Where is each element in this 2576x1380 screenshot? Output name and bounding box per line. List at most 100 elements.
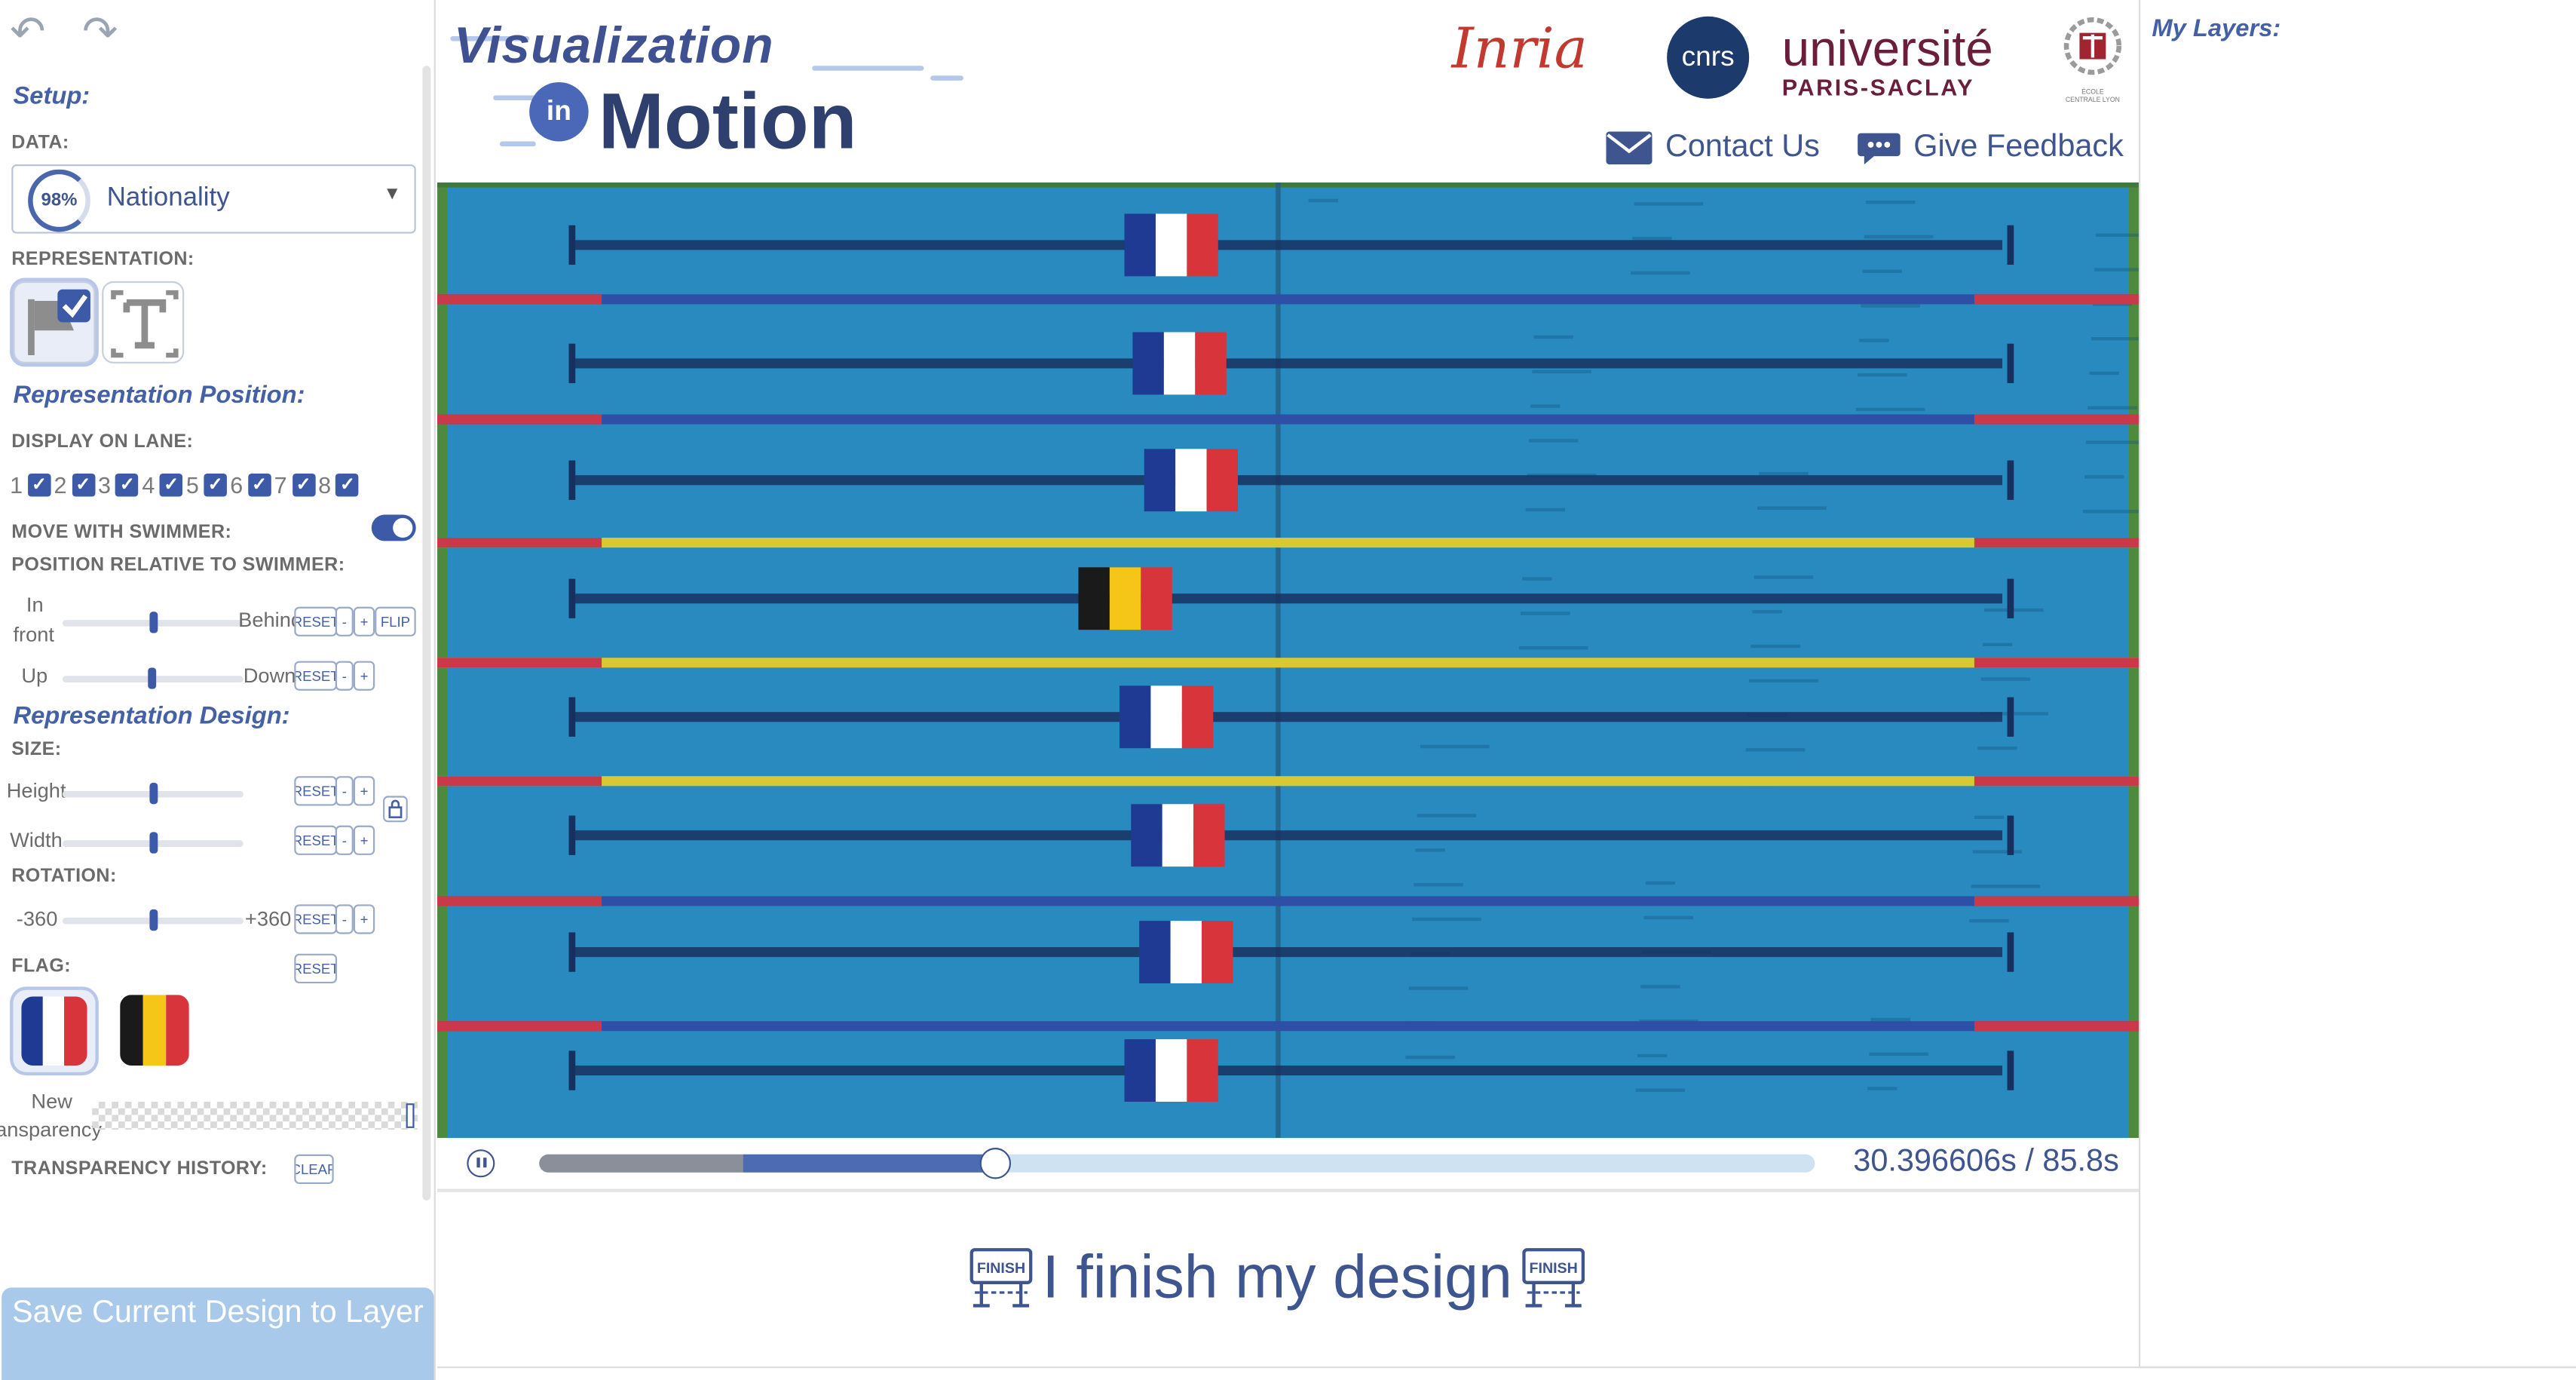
lane-item[interactable]: 6 ✓ [230,472,271,498]
move-with-swimmer-label: MOVE WITH SWIMMER: [11,523,232,543]
rotation-plus-button[interactable]: + [353,904,375,934]
lane-item[interactable]: 2 ✓ [54,472,95,498]
flag-option-france[interactable] [13,989,96,1072]
size-label: SIZE: [11,740,62,760]
save-design-button[interactable]: Save Current Design to Layer [2,1287,434,1380]
water-ripple [1420,744,1490,749]
water-ripple [1865,201,1916,204]
rotation-slider[interactable] [62,909,244,931]
progress-thumb[interactable] [979,1148,1012,1179]
height-reset-button[interactable]: RESET [294,776,338,806]
water-ripple [1754,575,1814,579]
finish-design-button[interactable]: FINISH I finish my design FINISH [969,1243,1585,1313]
lane-item[interactable]: 5 ✓ [186,472,227,498]
front-behind-plus-button[interactable]: + [353,606,375,636]
give-feedback-link[interactable]: Give Feedback [1858,130,2124,166]
up-down-minus-button[interactable]: - [335,661,354,691]
flip-button[interactable]: FLIP [375,606,416,636]
checkbox-checked-icon[interactable]: ✓ [247,474,271,497]
lane-rope-red-end [1974,658,2139,668]
lane-item[interactable]: 3 ✓ [98,472,139,498]
water-ripple [1643,915,1694,919]
height-plus-button[interactable]: + [353,776,375,806]
flag-stripe-1 [1144,449,1176,512]
checkbox-checked-icon[interactable]: ✓ [204,474,227,497]
rotation-minus-button[interactable]: - [335,904,354,934]
slider-thumb[interactable] [406,1103,415,1128]
width-plus-button[interactable]: + [353,825,375,855]
front-behind-reset-button[interactable]: RESET [294,606,338,636]
flag-stripe-1 [1078,567,1110,630]
finish-design-label: I finish my design [1042,1243,1512,1311]
lane-rope-red-end [1974,294,2139,305]
flag-stripe-3 [1202,921,1233,983]
representation-flag-button[interactable] [13,281,96,363]
front-behind-slider[interactable] [62,612,244,633]
up-down-slider[interactable] [62,667,244,689]
sidebar-scrollbar[interactable] [422,66,431,1201]
lane-rope-red-end [1974,896,2139,906]
move-with-swimmer-toggle[interactable] [371,514,416,541]
lane-number: 1 [10,471,23,498]
swimming-video[interactable] [437,182,2139,1138]
lane-rope-red-end [437,776,602,787]
lane-floor-tee [568,225,576,265]
video-progress-bar[interactable] [539,1148,1815,1179]
logo-in: in [529,82,589,142]
front-behind-minus-button[interactable]: - [335,606,354,636]
slider-thumb[interactable] [148,667,157,689]
water-ripple [2096,233,2139,238]
water-ripple [2091,337,2139,341]
representation-text-button[interactable] [102,281,185,363]
transparency-slider[interactable] [92,1102,418,1130]
water-ripple [1980,677,2031,681]
lane-item[interactable]: 4 ✓ [142,472,183,498]
up-down-reset-button[interactable]: RESET [294,661,338,691]
flag-option-belgium[interactable] [120,995,189,1066]
lane-floor-tee [568,815,576,855]
lane-floor-tee [2007,578,2014,618]
lane-floor-line [571,712,2002,722]
rotation-reset-button[interactable]: RESET [294,904,338,934]
lane-item[interactable]: 8 ✓ [318,472,360,498]
slider-thumb[interactable] [149,782,158,805]
lane-item[interactable]: 7 ✓ [274,472,315,498]
redo-icon[interactable]: ↷ [82,10,118,53]
flag-stripe-1 [1119,685,1151,749]
checkbox-checked-icon[interactable]: ✓ [159,474,183,497]
flag-reset-button[interactable]: RESET [294,953,338,983]
finish-badge-text: FINISH [1529,1260,1577,1277]
transparency-label-1: New [31,1090,72,1114]
checkbox-checked-icon[interactable]: ✓ [72,474,95,497]
pause-icon[interactable] [467,1149,495,1178]
checkbox-checked-icon[interactable]: ✓ [292,474,315,497]
height-minus-button[interactable]: - [335,776,354,806]
slider-thumb[interactable] [149,832,158,854]
lane-number: 3 [97,471,111,498]
clear-button[interactable]: CLEAR [294,1154,334,1185]
water-ripple [1858,373,1907,377]
checkbox-checked-icon[interactable]: ✓ [27,474,51,497]
lane-item[interactable]: 1 ✓ [10,472,51,498]
checkbox-checked-icon[interactable]: ✓ [335,474,360,497]
height-slider[interactable] [62,782,244,805]
undo-icon[interactable]: ↶ [10,10,46,53]
checkbox-checked-icon[interactable]: ✓ [115,474,139,497]
slider-thumb[interactable] [149,909,158,931]
width-slider[interactable] [62,832,244,854]
width-minus-button[interactable]: - [335,825,354,855]
slider-thumb[interactable] [149,612,158,633]
width-reset-button[interactable]: RESET [294,825,338,855]
ecole-label-2: CENTRALE LYON [2065,95,2120,104]
text-icon [111,290,179,358]
up-label: Up [21,664,48,688]
lane-floor-line [571,475,2002,486]
rep-design-heading: Representation Design: [13,702,290,731]
lane-rope-red-end [437,538,602,548]
flag-stripe-2 [1170,921,1202,983]
lock-aspect-button[interactable] [383,796,408,823]
flag-stripe-1 [1124,213,1156,277]
contact-us-link[interactable]: Contact Us [1606,130,1820,166]
data-select[interactable]: 98% Nationality ▼ [11,164,416,234]
up-down-plus-button[interactable]: + [353,661,375,691]
